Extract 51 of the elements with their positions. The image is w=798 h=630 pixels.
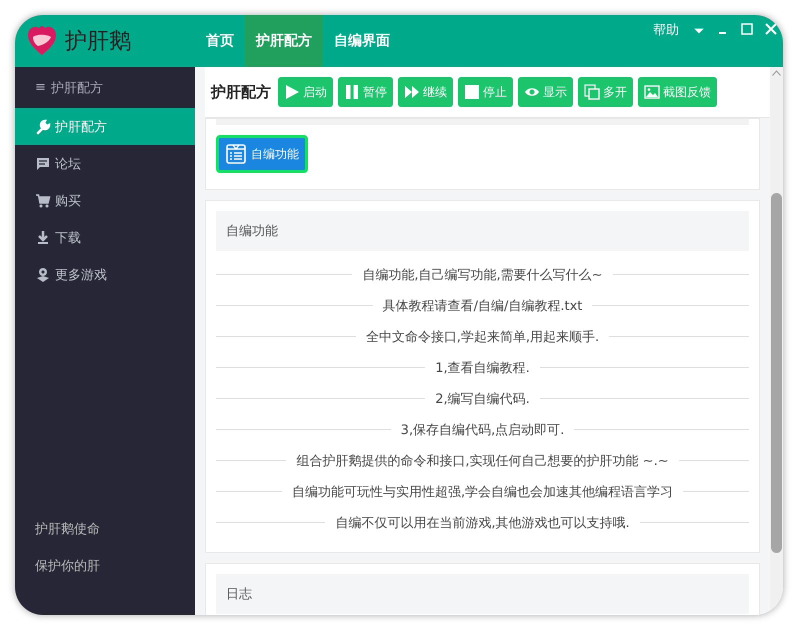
nav-tab[interactable]: 首页 <box>195 15 245 67</box>
scrollbar-thumb[interactable] <box>771 193 782 553</box>
image-icon <box>644 84 660 100</box>
panel-title: 日志 <box>226 586 252 603</box>
help-menu[interactable]: 帮助 <box>653 21 679 39</box>
toolbar-button[interactable]: 多开 <box>578 77 633 107</box>
nav-tab[interactable]: 护肝配方 <box>245 15 323 67</box>
close-icon[interactable] <box>765 23 777 35</box>
app-title: 护肝鹅 <box>65 28 131 56</box>
text-line: 全中文命令接口,学起来简单,用起来顺手. <box>366 328 600 346</box>
toolbar-button[interactable]: 停止 <box>458 77 513 107</box>
text-line: 自编功能,自己编写功能,需要什么写什么~ <box>362 266 603 284</box>
sidebar-link[interactable]: 护肝鹅使命 <box>35 520 195 538</box>
pause-icon <box>344 84 360 100</box>
toolbar-button[interactable]: 截图反馈 <box>638 77 717 107</box>
sidebar-item[interactable]: 论坛 <box>15 145 195 182</box>
sidebar-item[interactable]: 购买 <box>15 182 195 219</box>
pin-icon <box>35 266 51 282</box>
toolbar-button[interactable]: 启动 <box>278 77 333 107</box>
sidebar-item[interactable]: 下载 <box>15 219 195 256</box>
heart-logo-icon <box>27 25 57 57</box>
panel-title: 自编功能 <box>226 223 278 240</box>
download-icon <box>35 230 51 246</box>
cart-icon <box>35 192 51 208</box>
text-line: 1,查看自编教程. <box>435 360 530 376</box>
maximize-icon[interactable] <box>741 23 753 35</box>
text-line: 自编不仅可以用在当前游戏,其他游戏也可以支持哦. <box>335 514 630 532</box>
text-line: 具体教程请查看/自编/自编教程.txt <box>382 298 582 314</box>
text-line: 3,保存自编代码,点启动即可. <box>400 422 564 438</box>
sidebar-title: 护肝配方 <box>50 80 103 96</box>
copy-icon <box>584 84 600 100</box>
chat-icon <box>35 156 51 172</box>
sidebar-link[interactable]: 保护你的肝 <box>35 557 195 575</box>
nav-tab[interactable]: 自编界面 <box>323 15 401 67</box>
toolbar-button[interactable]: 暂停 <box>338 77 393 107</box>
toolbar-button[interactable]: 显示 <box>518 77 573 107</box>
sidebar-item[interactable]: 护肝配方 <box>15 108 195 145</box>
stop-icon <box>464 84 480 100</box>
text-line: 自编功能可玩性与实用性超强,学会自编也会加速其他编程语言学习 <box>292 484 674 500</box>
text-line: 组合护肝鹅提供的命令和接口,实现任何自己想要的护肝功能 ~.~ <box>296 452 669 470</box>
scroll-up-icon[interactable] <box>772 70 781 76</box>
menu-glyph: ≡ <box>35 80 46 95</box>
feature-button[interactable]: 自编功能 <box>216 135 308 173</box>
wrench-icon <box>35 118 51 134</box>
fast-forward-icon <box>404 84 420 100</box>
text-line: 2,编写自编代码. <box>435 390 530 408</box>
toolbar-title: 护肝配方 <box>211 82 271 102</box>
sidebar-item[interactable]: 更多游戏 <box>15 256 195 293</box>
toolbar-button[interactable]: 继续 <box>398 77 453 107</box>
document-icon <box>225 143 247 165</box>
play-icon <box>284 84 300 100</box>
